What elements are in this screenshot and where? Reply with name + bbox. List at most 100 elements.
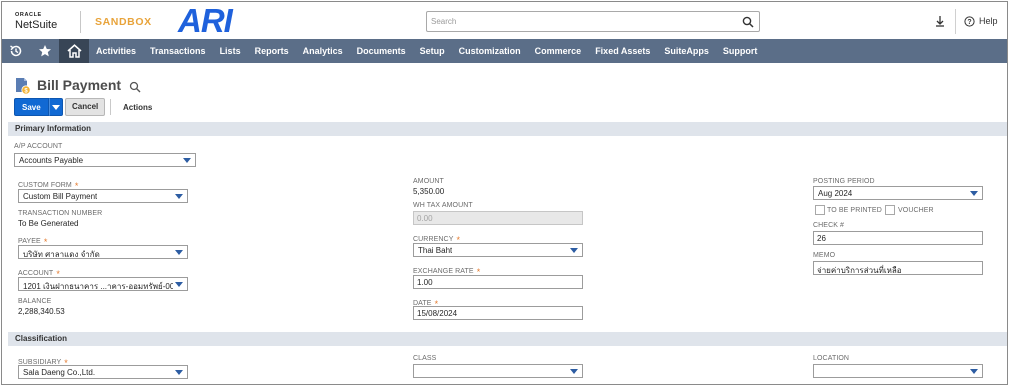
sandbox-label: SANDBOX — [95, 16, 152, 28]
date-input[interactable]: 15/08/2024 — [413, 306, 583, 320]
actions-menu[interactable]: Actions — [123, 103, 152, 112]
oracle-wordmark: ORACLE — [15, 12, 42, 18]
transaction-number-value: To Be Generated — [18, 219, 79, 228]
logo-divider — [80, 11, 81, 33]
chevron-down-icon — [175, 370, 183, 375]
date-value: 15/08/2024 — [417, 309, 458, 318]
ap-account-select[interactable]: Accounts Payable — [14, 153, 196, 167]
chevron-down-icon — [970, 369, 978, 374]
exchange-rate-label: EXCHANGE RATE * — [413, 267, 481, 277]
nav-documents[interactable]: Documents — [350, 39, 413, 63]
voucher-label: VOUCHER — [898, 207, 934, 214]
nav-activities[interactable]: Activities — [89, 39, 143, 63]
chevron-down-icon — [570, 248, 578, 253]
transaction-number-label: TRANSACTION NUMBER — [18, 210, 103, 217]
exchange-rate-value: 1.00 — [417, 278, 433, 287]
global-search[interactable] — [426, 11, 760, 32]
location-select[interactable] — [813, 364, 983, 378]
nav-reports[interactable]: Reports — [248, 39, 296, 63]
class-select[interactable] — [413, 364, 583, 378]
record-search-icon[interactable] — [129, 81, 141, 93]
to-be-printed-checkbox[interactable] — [815, 205, 825, 215]
nav-transactions[interactable]: Transactions — [143, 39, 213, 63]
section-title: Classification — [15, 334, 68, 343]
save-button-group: Save — [14, 98, 63, 116]
nav-support[interactable]: Support — [716, 39, 765, 63]
nav-suiteapps[interactable]: SuiteApps — [657, 39, 716, 63]
nav-lists[interactable]: Lists — [213, 39, 248, 63]
chevron-down-icon — [570, 369, 578, 374]
star-icon[interactable] — [30, 39, 59, 63]
nav-analytics[interactable]: Analytics — [296, 39, 350, 63]
nav-setup[interactable]: Setup — [413, 39, 452, 63]
exchange-rate-input[interactable]: 1.00 — [413, 275, 583, 289]
save-options-dropdown[interactable] — [48, 98, 63, 116]
account-label: ACCOUNT * — [18, 269, 60, 279]
to-be-printed-label: TO BE PRINTED — [827, 207, 882, 214]
voucher-checkbox[interactable] — [885, 205, 895, 215]
section-title: Primary Information — [15, 124, 92, 133]
svg-text:?: ? — [967, 19, 971, 26]
custom-form-select[interactable]: Custom Bill Payment — [18, 189, 188, 203]
currency-label: CURRENCY * — [413, 235, 461, 245]
location-label: LOCATION — [813, 355, 850, 362]
save-button[interactable]: Save — [14, 98, 49, 116]
memo-value: จ่ายค่าบริการส่วนที่เหลือ — [817, 266, 902, 275]
ap-account-value: Accounts Payable — [19, 156, 84, 165]
ap-account-label: A/P ACCOUNT — [14, 143, 63, 150]
payee-label: PAYEE * — [18, 237, 48, 247]
nav-customization[interactable]: Customization — [452, 39, 528, 63]
nav-fixed-assets[interactable]: Fixed Assets — [588, 39, 657, 63]
subsidiary-select[interactable]: Sala Daeng Co.,Ltd. — [18, 365, 188, 379]
classification-section[interactable]: Classification — [8, 332, 1007, 346]
main-navigation: Activities Transactions Lists Reports An… — [2, 39, 1007, 63]
netsuite-window: ORACLE NetSuite SANDBOX ARI ? Help — [1, 1, 1008, 385]
help-label: Help — [979, 16, 998, 26]
company-logo: ARI — [178, 2, 233, 39]
currency-select[interactable]: Thai Baht — [413, 243, 583, 257]
top-header: ORACLE NetSuite SANDBOX ARI ? Help — [2, 2, 1007, 39]
subsidiary-value: Sala Daeng Co.,Ltd. — [23, 368, 96, 377]
history-icon[interactable] — [2, 39, 30, 63]
amount-label: AMOUNT — [413, 178, 444, 185]
wh-tax-amount-field: 0.00 — [413, 211, 583, 225]
balance-value: 2,288,340.53 — [18, 307, 65, 316]
recent-records-icon[interactable] — [933, 14, 947, 28]
header-divider — [955, 9, 956, 34]
custom-form-label: CUSTOM FORM * — [18, 181, 79, 191]
chevron-down-icon — [175, 194, 183, 199]
search-input[interactable] — [431, 14, 731, 29]
chevron-down-icon — [175, 250, 183, 255]
payee-select[interactable]: บริษัท ศาลาแดง จำกัด — [18, 245, 188, 259]
bill-payment-icon: $ — [16, 78, 31, 95]
chevron-down-icon — [51, 104, 60, 110]
posting-period-select[interactable]: Aug 2024 — [813, 186, 983, 200]
amount-value: 5,350.00 — [413, 187, 445, 196]
balance-label: BALANCE — [18, 298, 52, 305]
wh-tax-amount-label: WH TAX AMOUNT — [413, 202, 473, 209]
cancel-button[interactable]: Cancel — [65, 98, 106, 116]
payee-value: บริษัท ศาลาแดง จำกัด — [23, 250, 100, 259]
check-number-input[interactable]: 26 — [813, 231, 983, 245]
account-select[interactable]: 1201 เงินฝากธนาคาร ...าคาร-ออมทรัพย์-000… — [18, 277, 188, 291]
nav-commerce[interactable]: Commerce — [528, 39, 589, 63]
primary-information-section[interactable]: Primary Information — [8, 122, 1007, 136]
custom-form-value: Custom Bill Payment — [23, 192, 98, 201]
netsuite-logo[interactable]: NetSuite — [15, 19, 57, 31]
chevron-down-icon — [970, 191, 978, 196]
chevron-down-icon — [183, 158, 191, 163]
home-icon[interactable] — [59, 39, 89, 63]
help-button[interactable]: ? Help — [964, 14, 998, 28]
memo-input[interactable]: จ่ายค่าบริการส่วนที่เหลือ — [813, 261, 983, 275]
toolbar-divider — [110, 99, 111, 115]
posting-period-label: POSTING PERIOD — [813, 178, 875, 185]
search-icon[interactable] — [742, 16, 754, 28]
class-label: CLASS — [413, 355, 437, 362]
account-value: 1201 เงินฝากธนาคาร ...าคาร-ออมทรัพย์-000… — [23, 282, 173, 291]
currency-value: Thai Baht — [418, 246, 453, 255]
posting-period-value: Aug 2024 — [818, 189, 853, 198]
help-circle-icon: ? — [964, 15, 975, 27]
memo-label: MEMO — [813, 252, 836, 259]
wh-tax-amount-value: 0.00 — [417, 214, 433, 223]
check-number-value: 26 — [817, 234, 826, 243]
